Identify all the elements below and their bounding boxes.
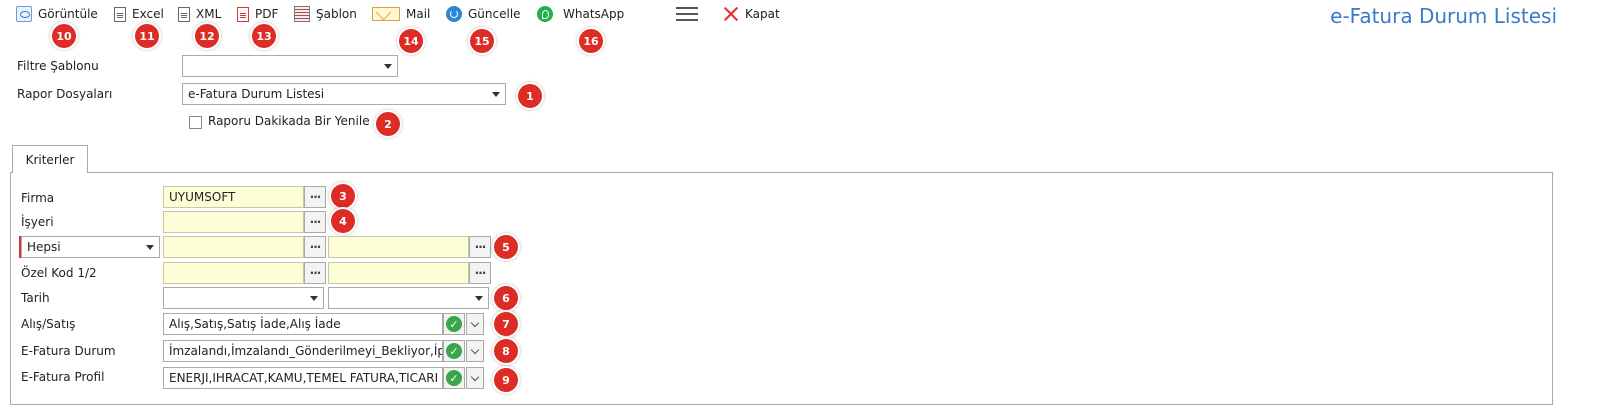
profil-label: E-Fatura Profil (21, 370, 105, 384)
toolbar: Görüntüle Excel XML PDF Şablon Mail Günc… (0, 0, 1598, 38)
isyeri-input[interactable] (163, 211, 304, 233)
report-files-select[interactable]: e-Fatura Durum Listesi (182, 83, 506, 105)
badge-9: 9 (494, 368, 518, 392)
view-icon (16, 6, 32, 22)
badge-12: 12 (195, 24, 219, 48)
chevron-down-icon (470, 345, 480, 354)
mail-icon (372, 7, 400, 21)
filter-template-select[interactable] (182, 55, 398, 77)
close-icon (723, 6, 739, 22)
chevron-down-icon (492, 92, 500, 97)
ozelkod-1-input[interactable] (163, 262, 304, 284)
menu-hamburger-icon[interactable] (676, 6, 698, 22)
mail-label: Mail (406, 7, 431, 21)
check-circle-icon: ✓ (446, 316, 462, 332)
badge-3: 3 (331, 184, 355, 208)
badge-14: 14 (399, 29, 423, 53)
badge-5: 5 (494, 235, 518, 259)
tarih-from-select[interactable] (163, 287, 324, 309)
chevron-down-icon (146, 245, 154, 250)
filter-template-label: Filtre Şablonu (17, 59, 99, 73)
xml-icon (178, 6, 190, 22)
guncelle-button[interactable]: Güncelle (446, 5, 521, 23)
chevron-down-icon (470, 318, 480, 327)
chevron-down-icon (310, 296, 318, 301)
badge-15: 15 (470, 29, 494, 53)
mail-button[interactable]: Mail (372, 5, 430, 23)
tarih-label: Tarih (21, 291, 50, 305)
ozelkod-1-lookup-button[interactable]: ··· (304, 262, 326, 284)
sablon-button[interactable]: Şablon (294, 5, 357, 23)
excel-label: Excel (132, 7, 164, 21)
chevron-down-icon (475, 296, 483, 301)
view-button[interactable]: Görüntüle (16, 5, 98, 23)
firma-label: Firma (21, 191, 55, 205)
hepsi-to-lookup-button[interactable]: ··· (469, 236, 491, 258)
xml-label: XML (196, 7, 222, 21)
badge-13: 13 (252, 24, 276, 48)
durum-label: E-Fatura Durum (21, 344, 116, 358)
durum-multiselect[interactable]: İmzalandı,İmzalandı_Gönderilmeyi_Bekliyo… (163, 340, 443, 362)
close-button[interactable]: Kapat (723, 5, 780, 23)
report-files-label: Rapor Dosyaları (17, 87, 113, 101)
report-files-value: e-Fatura Durum Listesi (188, 87, 325, 101)
pdf-button[interactable]: PDF (235, 5, 278, 23)
badge-6: 6 (494, 286, 518, 310)
refresh-icon (446, 6, 462, 22)
alissatis-label: Alış/Satış (21, 317, 76, 331)
excel-button[interactable]: Excel (112, 5, 164, 23)
chevron-down-icon (384, 64, 392, 69)
excel-icon (114, 6, 126, 22)
ozelkod-2-input[interactable] (328, 262, 469, 284)
pdf-icon (237, 6, 249, 22)
refresh-minute-checkbox[interactable] (189, 116, 202, 129)
badge-11: 11 (135, 24, 159, 48)
whatsapp-icon (537, 6, 553, 22)
page-title: e-Fatura Durum Listesi (1330, 4, 1557, 28)
ozelkod-label: Özel Kod 1/2 (21, 266, 97, 280)
alissatis-dropdown-button[interactable] (466, 313, 484, 335)
alissatis-multiselect[interactable]: Alış,Satış,Satış İade,Alış İade (163, 313, 443, 335)
chevron-down-icon (470, 372, 480, 381)
badge-16: 16 (579, 29, 603, 53)
profil-ok-button[interactable]: ✓ (443, 367, 465, 389)
durum-dropdown-button[interactable] (466, 340, 484, 362)
badge-8: 8 (494, 339, 518, 363)
pdf-label: PDF (255, 7, 279, 21)
xml-button[interactable]: XML (176, 5, 221, 23)
tab-kriterler[interactable]: Kriterler (12, 145, 88, 173)
whatsapp-label: WhatsApp (563, 7, 625, 21)
view-label: Görüntüle (38, 7, 98, 21)
profil-dropdown-button[interactable] (466, 367, 484, 389)
check-circle-icon: ✓ (446, 370, 462, 386)
hepsi-select[interactable]: Hepsi (21, 236, 160, 258)
hepsi-to-input[interactable] (328, 236, 469, 258)
badge-10: 10 (52, 24, 76, 48)
firma-input[interactable]: UYUMSOFT (163, 186, 304, 208)
sablon-label: Şablon (316, 7, 357, 21)
refresh-minute-label: Raporu Dakikada Bir Yenile (208, 114, 370, 128)
close-label: Kapat (745, 7, 780, 21)
isyeri-lookup-button[interactable]: ··· (304, 211, 326, 233)
whatsapp-button[interactable]: WhatsApp (537, 5, 624, 23)
firma-lookup-button[interactable]: ··· (304, 186, 326, 208)
tarih-to-select[interactable] (328, 287, 489, 309)
durum-ok-button[interactable]: ✓ (443, 340, 465, 362)
hepsi-from-input[interactable] (163, 236, 304, 258)
badge-4: 4 (331, 209, 355, 233)
check-circle-icon: ✓ (446, 343, 462, 359)
hepsi-from-lookup-button[interactable]: ··· (304, 236, 326, 258)
badge-2: 2 (376, 112, 400, 136)
profil-multiselect[interactable]: ENERJI,IHRACAT,KAMU,TEMEL FATURA,TICARI (163, 367, 443, 389)
badge-1: 1 (518, 84, 542, 108)
ozelkod-2-lookup-button[interactable]: ··· (469, 262, 491, 284)
template-icon (294, 6, 310, 22)
hepsi-value: Hepsi (27, 240, 61, 254)
guncelle-label: Güncelle (468, 7, 521, 21)
isyeri-label: İşyeri (21, 215, 54, 229)
badge-7: 7 (494, 312, 518, 336)
alissatis-ok-button[interactable]: ✓ (443, 313, 465, 335)
